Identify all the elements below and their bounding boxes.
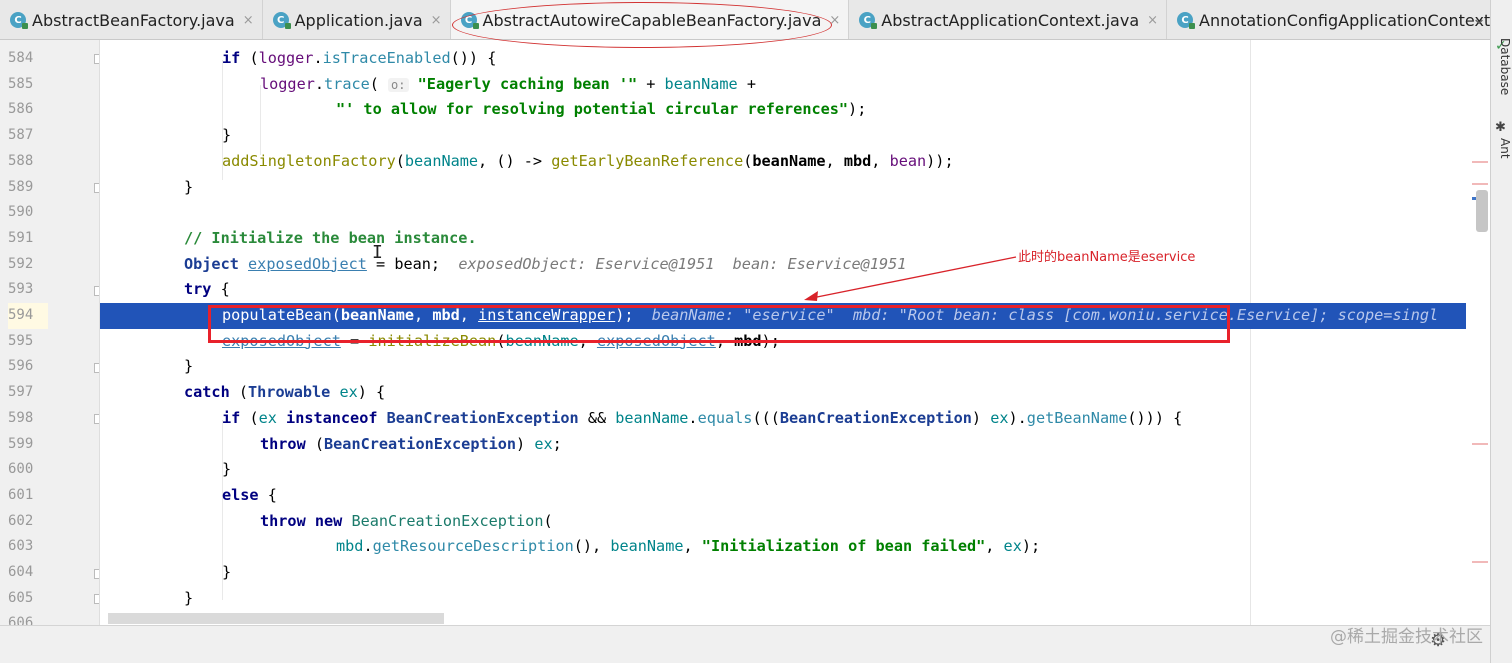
- line-number: 601: [8, 486, 34, 503]
- line-number: 602: [8, 512, 34, 529]
- annotation-rectangle: [208, 305, 1230, 343]
- code-line-601: else {: [222, 485, 277, 504]
- marker[interactable]: [1472, 443, 1488, 445]
- status-bar: [0, 625, 1490, 663]
- code-line-592: Object exposedObject = bean; exposedObje…: [184, 254, 907, 273]
- ant-tool-button[interactable]: Ant: [1492, 138, 1512, 159]
- code-line-589: }: [184, 177, 194, 196]
- code-line-597: catch (Throwable ex) {: [184, 383, 386, 402]
- code-line-604: }: [222, 563, 232, 581]
- class-file-icon: C: [272, 12, 291, 29]
- line-number: 603: [8, 538, 34, 555]
- line-number: 593: [8, 281, 34, 298]
- line-number: 587: [8, 127, 34, 144]
- line-number: 595: [8, 332, 34, 349]
- line-number: 588: [8, 152, 34, 169]
- line-number: 598: [8, 409, 34, 426]
- line-number: 590: [8, 204, 34, 221]
- horizontal-scroll-thumb[interactable]: [108, 613, 444, 624]
- watermark: @稀土掘金技术社区: [1330, 627, 1483, 647]
- line-number: 605: [8, 589, 34, 606]
- marker[interactable]: [1472, 161, 1488, 163]
- code-line-593: try {: [184, 280, 230, 299]
- line-number: 591: [8, 229, 34, 246]
- tab-label: AbstractApplicationContext.java: [881, 10, 1140, 30]
- line-number: 589: [8, 178, 34, 195]
- line-number-current: 594: [8, 303, 48, 329]
- tab-label: Application.java: [294, 10, 423, 30]
- line-number: 599: [8, 435, 34, 452]
- vertical-scroll-thumb[interactable]: [1476, 190, 1488, 232]
- tab-abstract-application-context[interactable]: C AbstractApplicationContext.java ×: [849, 0, 1168, 39]
- code-line-605: }: [184, 588, 194, 607]
- line-number: 604: [8, 564, 34, 580]
- code-line-603: mbd.getResourceDescription(), beanName, …: [336, 537, 1041, 556]
- code-line-584: if (logger.isTraceEnabled()) {: [222, 49, 497, 67]
- class-file-icon: C: [859, 12, 878, 29]
- close-tab-icon[interactable]: ×: [243, 13, 254, 28]
- line-number: 606: [8, 615, 34, 625]
- tab-annotation-config-application-context[interactable]: C AnnotationConfigApplicationContext.: [1167, 0, 1490, 39]
- line-number-gutter: 584 585 586 587 588 589 590 591 592 593 …: [0, 40, 100, 625]
- marker[interactable]: [1472, 561, 1488, 563]
- code-line-585: logger.trace( o: "Eagerly caching bean '…: [260, 74, 756, 93]
- code-line-587: }: [222, 126, 232, 145]
- class-file-icon: C: [10, 12, 28, 29]
- line-number: 597: [8, 384, 34, 401]
- tab-label: AbstractBeanFactory.java: [32, 10, 235, 30]
- line-number: 584: [8, 50, 34, 66]
- right-tool-strip: ✓ Database ✱ Ant: [1490, 0, 1512, 663]
- error-stripe[interactable]: [1466, 40, 1490, 625]
- line-number: 586: [8, 101, 34, 118]
- tab-application[interactable]: C Application.java ×: [263, 0, 451, 39]
- annotation-oval: [452, 2, 832, 48]
- ant-icon: ✱: [1495, 120, 1506, 135]
- annotation-arrow: [804, 256, 1017, 301]
- line-number: 596: [8, 358, 34, 375]
- marker[interactable]: [1472, 183, 1488, 185]
- code-line-598: if (ex instanceof BeanCreationException …: [222, 408, 1183, 427]
- line-number: 585: [8, 75, 34, 92]
- code-line-600: }: [222, 460, 232, 479]
- text-cursor-icon: I: [372, 242, 383, 263]
- tab-label: AnnotationConfigApplicationContext.: [1199, 10, 1490, 30]
- database-tool-button[interactable]: Database: [1492, 38, 1512, 95]
- code-line-586: "' to allow for resolving potential circ…: [336, 100, 867, 119]
- code-line-591: // Initialize the bean instance.: [184, 228, 477, 247]
- parameter-hint: o:: [388, 77, 409, 92]
- tab-abstract-bean-factory[interactable]: C AbstractBeanFactory.java ×: [0, 0, 263, 39]
- close-tab-icon[interactable]: ×: [1147, 13, 1158, 28]
- class-file-icon: C: [1177, 12, 1196, 29]
- code-line-599: throw (BeanCreationException) ex;: [260, 434, 562, 453]
- code-line-596: }: [184, 357, 194, 376]
- code-line-588: addSingletonFactory(beanName, () -> getE…: [222, 151, 954, 170]
- line-number: 592: [8, 255, 34, 272]
- close-tab-icon[interactable]: ×: [431, 13, 442, 28]
- annotation-label: 此时的beanName是eservice: [1018, 250, 1196, 265]
- line-number: 600: [8, 461, 34, 478]
- tab-overflow-chevron-icon[interactable]: ⌄: [1468, 8, 1490, 30]
- code-line-602: throw new BeanCreationException(: [260, 511, 553, 530]
